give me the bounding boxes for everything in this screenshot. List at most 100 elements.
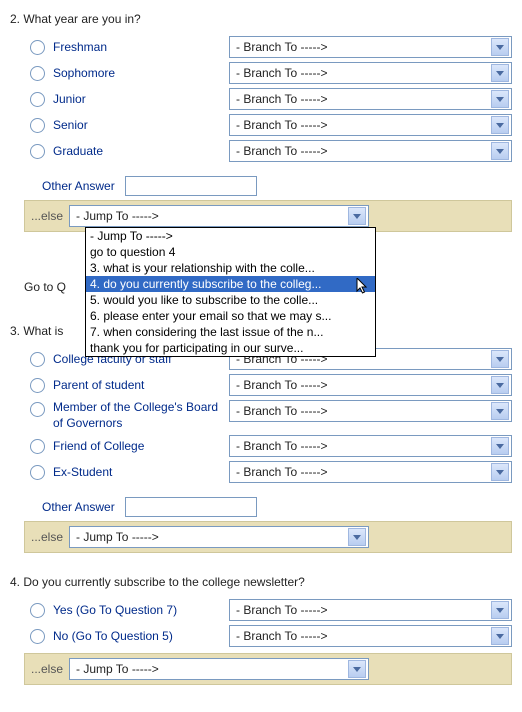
branch-value: - Branch To ----->: [236, 92, 327, 106]
chevron-down-icon[interactable]: [491, 463, 509, 481]
chevron-down-icon[interactable]: [348, 660, 366, 678]
q2-option-row: Graduate - Branch To ----->: [30, 140, 512, 162]
branch-select[interactable]: - Branch To ----->: [229, 374, 512, 396]
radio-icon[interactable]: [30, 144, 45, 159]
radio-icon[interactable]: [30, 118, 45, 133]
jump-value: - Jump To ----->: [76, 662, 159, 676]
chevron-down-icon[interactable]: [491, 402, 509, 420]
branch-select[interactable]: - Branch To ----->: [229, 599, 512, 621]
else-label: ...else: [31, 662, 63, 676]
else-bar-q3: ...else - Jump To ----->: [24, 521, 512, 553]
q3-option-label: Friend of College: [53, 439, 223, 453]
q2-option-label: Junior: [53, 92, 223, 106]
radio-icon[interactable]: [30, 40, 45, 55]
dropdown-item[interactable]: 7. when considering the last issue of th…: [86, 324, 375, 340]
dropdown-item[interactable]: 4. do you currently subscribe to the col…: [86, 276, 375, 292]
q4-title: 4. Do you currently subscribe to the col…: [10, 575, 512, 589]
other-answer-row: Other Answer: [42, 497, 512, 517]
dropdown-item[interactable]: go to question 4: [86, 244, 375, 260]
branch-value: - Branch To ----->: [236, 465, 327, 479]
radio-icon[interactable]: [30, 378, 45, 393]
chevron-down-icon[interactable]: [491, 437, 509, 455]
q2-option-row: Senior - Branch To ----->: [30, 114, 512, 136]
q2-title: 2. What year are you in?: [10, 12, 512, 26]
dropdown-item[interactable]: - Jump To ----->: [86, 228, 375, 244]
other-input[interactable]: [125, 497, 257, 517]
q2-option-row: Sophomore - Branch To ----->: [30, 62, 512, 84]
q3-option-row: Friend of College - Branch To ----->: [30, 435, 512, 457]
branch-value: - Branch To ----->: [236, 439, 327, 453]
other-input[interactable]: [125, 176, 257, 196]
branch-select[interactable]: - Branch To ----->: [229, 400, 512, 422]
chevron-down-icon[interactable]: [491, 601, 509, 619]
q2-option-row: Freshman - Branch To ----->: [30, 36, 512, 58]
dropdown-item[interactable]: thank you for participating in our surve…: [86, 340, 375, 356]
branch-value: - Branch To ----->: [236, 118, 327, 132]
q2-option-label: Freshman: [53, 40, 223, 54]
chevron-down-icon[interactable]: [491, 64, 509, 82]
branch-value: - Branch To ----->: [236, 629, 327, 643]
radio-icon[interactable]: [30, 603, 45, 618]
radio-icon[interactable]: [30, 402, 45, 417]
jump-select[interactable]: - Jump To ----->: [69, 205, 369, 227]
jump-value: - Jump To ----->: [76, 530, 159, 544]
chevron-down-icon[interactable]: [491, 376, 509, 394]
q3-option-row: Member of the College's Board of Governo…: [30, 400, 512, 431]
chevron-down-icon[interactable]: [491, 142, 509, 160]
branch-select[interactable]: - Branch To ----->: [229, 36, 512, 58]
branch-select[interactable]: - Branch To ----->: [229, 114, 512, 136]
q3-option-row: Parent of student - Branch To ----->: [30, 374, 512, 396]
radio-icon[interactable]: [30, 629, 45, 644]
else-bar-q4: ...else - Jump To ----->: [24, 653, 512, 685]
q3-option-label: Member of the College's Board of Governo…: [53, 400, 223, 431]
q3-option-row: Ex-Student - Branch To ----->: [30, 461, 512, 483]
q2-option-label: Senior: [53, 118, 223, 132]
jump-select[interactable]: - Jump To ----->: [69, 526, 369, 548]
radio-icon[interactable]: [30, 66, 45, 81]
else-label: ...else: [31, 530, 63, 544]
branch-select[interactable]: - Branch To ----->: [229, 625, 512, 647]
chevron-down-icon[interactable]: [491, 116, 509, 134]
branch-value: - Branch To ----->: [236, 144, 327, 158]
branch-value: - Branch To ----->: [236, 378, 327, 392]
q4-option-label: Yes (Go To Question 7): [53, 603, 223, 617]
q4-option-label: No (Go To Question 5): [53, 629, 223, 643]
chevron-down-icon[interactable]: [348, 528, 366, 546]
chevron-down-icon[interactable]: [491, 38, 509, 56]
dropdown-item[interactable]: 5. would you like to subscribe to the co…: [86, 292, 375, 308]
branch-value: - Branch To ----->: [236, 40, 327, 54]
other-label: Other Answer: [42, 179, 115, 193]
branch-select[interactable]: - Branch To ----->: [229, 62, 512, 84]
q2-option-row: Junior - Branch To ----->: [30, 88, 512, 110]
q4-option-row: Yes (Go To Question 7) - Branch To -----…: [30, 599, 512, 621]
branch-select[interactable]: - Branch To ----->: [229, 140, 512, 162]
dropdown-item[interactable]: 3. what is your relationship with the co…: [86, 260, 375, 276]
jump-select[interactable]: - Jump To ----->: [69, 658, 369, 680]
chevron-down-icon[interactable]: [491, 350, 509, 368]
dropdown-item[interactable]: 6. please enter your email so that we ma…: [86, 308, 375, 324]
branch-value: - Branch To ----->: [236, 404, 327, 418]
chevron-down-icon[interactable]: [348, 207, 366, 225]
else-bar-q2: ...else - Jump To -----> - Jump To -----…: [24, 200, 512, 232]
radio-icon[interactable]: [30, 92, 45, 107]
other-answer-row: Other Answer: [42, 176, 512, 196]
q2-option-label: Sophomore: [53, 66, 223, 80]
chevron-down-icon[interactable]: [491, 90, 509, 108]
q4-option-row: No (Go To Question 5) - Branch To ----->: [30, 625, 512, 647]
branch-select[interactable]: - Branch To ----->: [229, 88, 512, 110]
else-label: ...else: [31, 209, 63, 223]
branch-value: - Branch To ----->: [236, 603, 327, 617]
branch-select[interactable]: - Branch To ----->: [229, 461, 512, 483]
jump-value: - Jump To ----->: [76, 209, 159, 223]
q3-option-label: Parent of student: [53, 378, 223, 392]
other-label: Other Answer: [42, 500, 115, 514]
radio-icon[interactable]: [30, 352, 45, 367]
jump-dropdown-list[interactable]: - Jump To -----> go to question 4 3. wha…: [85, 227, 376, 357]
radio-icon[interactable]: [30, 439, 45, 454]
chevron-down-icon[interactable]: [491, 627, 509, 645]
branch-select[interactable]: - Branch To ----->: [229, 435, 512, 457]
q3-option-label: Ex-Student: [53, 465, 223, 479]
q2-option-label: Graduate: [53, 144, 223, 158]
branch-value: - Branch To ----->: [236, 66, 327, 80]
radio-icon[interactable]: [30, 465, 45, 480]
